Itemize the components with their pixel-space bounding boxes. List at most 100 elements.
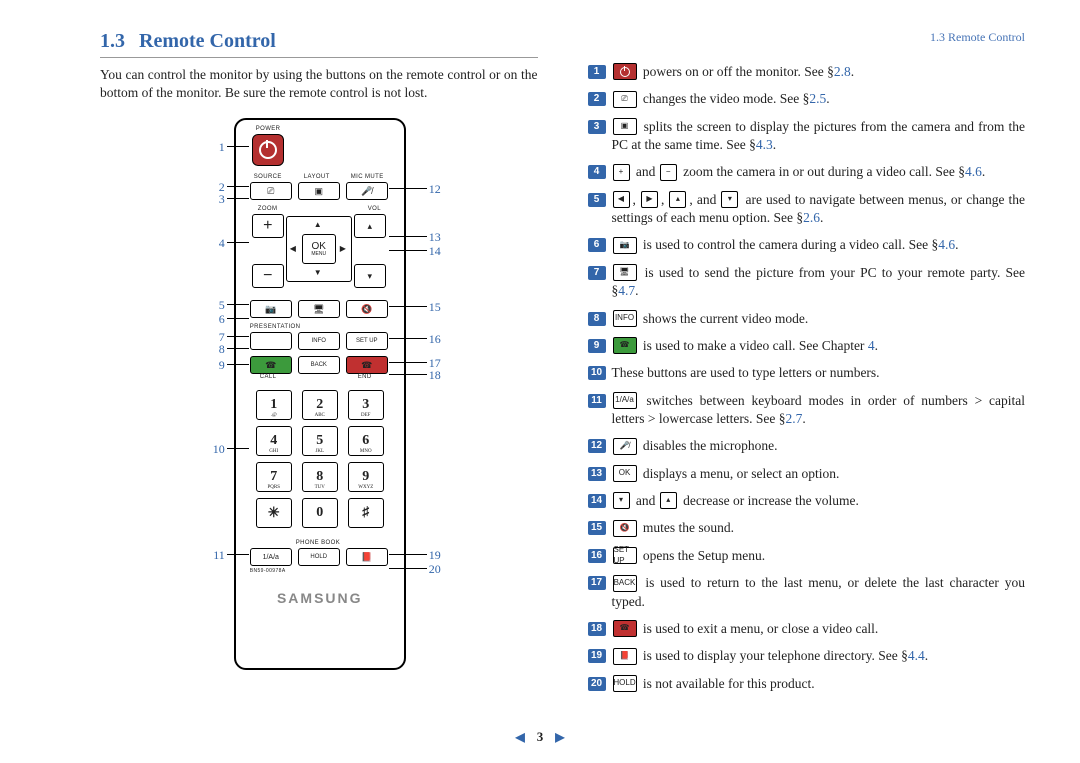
desc-item-2: 2⎚ changes the video mode. See §2.5.: [588, 90, 1026, 108]
label-source: SOURCE: [254, 174, 282, 180]
num-badge: 5: [588, 193, 606, 207]
running-header: 1.3 Remote Control: [588, 30, 1026, 45]
source-button: ⎚: [250, 182, 292, 200]
desc-item-18: 18☎ is used to exit a menu, or close a v…: [588, 620, 1026, 638]
setup-button: SET UP: [346, 332, 388, 350]
xref[interactable]: 4: [868, 338, 875, 353]
prev-page-arrow[interactable]: ◀: [516, 730, 525, 745]
micmute-button: 🎤̸: [346, 182, 388, 200]
callout-15: 15: [429, 300, 449, 315]
callout-9: 9: [205, 358, 225, 373]
num-badge: 7: [588, 266, 606, 280]
desc-item-5: 5◀, ▶, ▴, and ▾ are used to navigate bet…: [588, 191, 1026, 228]
num-badge: 1: [588, 65, 606, 79]
label-layout: LAYOUT: [304, 174, 330, 180]
num-badge: 3: [588, 120, 606, 134]
xref[interactable]: 4.7: [618, 283, 635, 298]
back-button: BACK: [298, 356, 340, 374]
phonebook-button: 📕: [346, 548, 388, 566]
desc-item-3: 3▣ splits the screen to display the pict…: [588, 118, 1026, 155]
desc-icon: OK: [613, 465, 637, 482]
num-badge: 19: [588, 649, 606, 663]
label-presentation: PRESENTATION: [250, 324, 301, 330]
label-vol: VOL: [368, 206, 381, 212]
keypad-✳: ✳: [256, 498, 292, 528]
num-badge: 14: [588, 494, 606, 508]
desc-icon: 🖥: [613, 264, 637, 281]
desc-item-19: 19📕 is used to display your telephone di…: [588, 647, 1026, 665]
label-micmute: MIC MUTE: [351, 174, 384, 180]
callout-19: 19: [429, 548, 449, 563]
callout-18: 18: [429, 368, 449, 383]
callout-12: 12: [429, 182, 449, 197]
section-heading: 1.3 Remote Control: [100, 30, 538, 53]
desc-item-12: 12🎤̸ disables the microphone.: [588, 437, 1026, 455]
xref[interactable]: 2.8: [834, 64, 851, 79]
num-badge: 18: [588, 622, 606, 636]
desc-item-20: 20HOLD is not available for this product…: [588, 675, 1026, 693]
keypad-5: 5JKL: [302, 426, 338, 456]
vol-up-button: ▴: [354, 214, 386, 238]
xref[interactable]: 2.6: [803, 210, 820, 225]
callout-11: 11: [205, 548, 225, 563]
desc-icon: 📕: [613, 648, 637, 665]
section-title: Remote Control: [139, 30, 276, 52]
xref[interactable]: 2.7: [786, 411, 803, 426]
keypad-♯: ♯: [348, 498, 384, 528]
keypad-9: 9WXYZ: [348, 462, 384, 492]
keypad-4: 4GHI: [256, 426, 292, 456]
nav-right-icon: ▶: [340, 244, 346, 253]
keypad-2: 2ABC: [302, 390, 338, 420]
num-badge: 10: [588, 366, 606, 380]
desc-item-4: 4+ and − zoom the camera in or out durin…: [588, 163, 1026, 181]
callout-6: 6: [205, 312, 225, 327]
callout-14: 14: [429, 244, 449, 259]
callout-5: 5: [205, 298, 225, 313]
xref[interactable]: 4.6: [938, 237, 955, 252]
callout-20: 20: [429, 562, 449, 577]
power-button: [252, 134, 284, 166]
desc-item-6: 6📷 is used to control the camera during …: [588, 236, 1026, 254]
callout-13: 13: [429, 230, 449, 245]
desc-item-8: 8INFO shows the current video mode.: [588, 310, 1026, 328]
desc-item-13: 13OK displays a menu, or select an optio…: [588, 465, 1026, 483]
right-column: 1.3 Remote Control 1 powers on or off th…: [563, 30, 1026, 702]
desc-icon: SET UP: [613, 547, 637, 564]
camera-button: 📷: [250, 300, 292, 318]
label-zoom: ZOOM: [258, 206, 278, 212]
next-page-arrow[interactable]: ▶: [555, 730, 564, 745]
desc-item-10: 10These buttons are used to type letters…: [588, 364, 1026, 382]
power-icon: [613, 63, 637, 80]
desc-icon: 🎤̸: [613, 438, 637, 455]
xref[interactable]: 4.3: [756, 137, 773, 152]
keypad-1: 1.@: [256, 390, 292, 420]
xref[interactable]: 2.5: [809, 91, 826, 106]
onea-button: 1/A/a: [250, 548, 292, 566]
keypad-6: 6MNO: [348, 426, 384, 456]
brand-logo: SAMSUNG: [236, 590, 404, 606]
num-badge: 2: [588, 92, 606, 106]
desc-icon: 🔇: [613, 520, 637, 537]
num-badge: 4: [588, 165, 606, 179]
num-badge: 11: [588, 394, 606, 408]
info-button: INFO: [298, 332, 340, 350]
num-badge: 15: [588, 521, 606, 535]
desc-icon: 📷: [613, 237, 637, 254]
desc-item-15: 15🔇 mutes the sound.: [588, 519, 1026, 537]
section-number: 1.3: [100, 30, 125, 52]
model-number: BN59-00978A: [250, 568, 286, 574]
desc-icon: ⎚: [613, 91, 637, 108]
xref[interactable]: 4.4: [908, 648, 925, 663]
keypad-7: 7PQRS: [256, 462, 292, 492]
description-list: 1 powers on or off the monitor. See §2.8…: [588, 63, 1026, 693]
desc-item-11: 111/A/a switches between keyboard modes …: [588, 392, 1026, 429]
keypad-8: 8TUV: [302, 462, 338, 492]
remote-figure: POWER SOURCE LAYOUT MIC MUTE ⎚ ▣ 🎤̸ ZOOM…: [109, 118, 529, 678]
hold-button: HOLD: [298, 548, 340, 566]
keypad-3: 3DEF: [348, 390, 384, 420]
end-button: ☎: [346, 356, 388, 374]
desc-item-16: 16SET UP opens the Setup menu.: [588, 547, 1026, 565]
callout-10: 10: [205, 442, 225, 457]
xref[interactable]: 4.6: [965, 164, 982, 179]
desc-item-9: 9☎ is used to make a video call. See Cha…: [588, 337, 1026, 355]
